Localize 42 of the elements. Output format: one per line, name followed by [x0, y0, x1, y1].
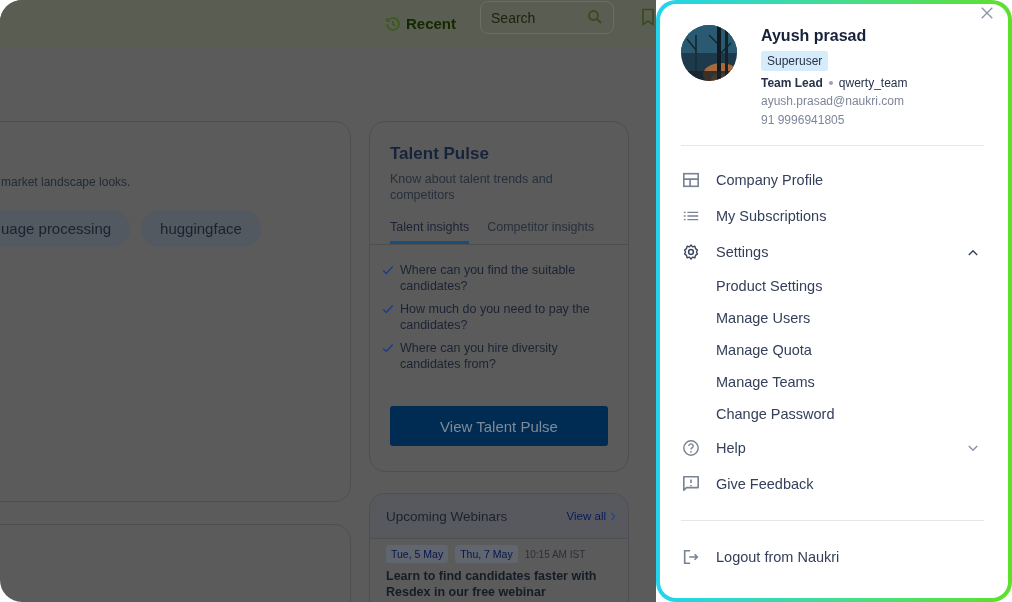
team-text: qwerty_team	[838, 76, 908, 90]
phone-text: 91 9996941805	[761, 113, 845, 127]
checklist-text: How much do you need to pay the candidates?	[400, 301, 591, 333]
chevron-right-icon	[610, 511, 616, 521]
close-icon[interactable]	[980, 6, 994, 20]
logout-item[interactable]: Logout from Naukri	[681, 539, 984, 575]
menu-item[interactable]: My Subscriptions	[681, 198, 984, 234]
separator-dot	[828, 81, 833, 85]
check-icon	[382, 303, 394, 315]
check-icon	[382, 264, 394, 276]
menu-item[interactable]: Give Feedback	[681, 466, 984, 502]
help-icon	[682, 439, 700, 457]
search-field[interactable]: Search	[480, 1, 615, 34]
role-text: Team Lead	[761, 76, 823, 90]
submenu-item[interactable]: Product Settings	[681, 270, 984, 302]
history-icon	[384, 14, 402, 33]
check-icon	[382, 342, 394, 354]
layout-icon	[682, 171, 700, 189]
submenu-item[interactable]: Manage Quota	[681, 334, 984, 366]
logout-icon	[682, 548, 700, 566]
webinar-title: Learn to find candidates faster with Resdex in our free webinar	[386, 568, 598, 600]
chevron-down-icon	[968, 444, 978, 452]
submenu-item[interactable]: Manage Users	[681, 302, 984, 334]
role-badge: Superuser	[761, 51, 829, 71]
intro-text: market landscape looks.	[1, 175, 132, 189]
date-tag: Tue, 5 May	[386, 545, 449, 563]
menu-item[interactable]: Company Profile	[681, 162, 984, 198]
email-text: ayush.prasad@naukri.com	[761, 94, 904, 108]
submenu-item[interactable]: Manage Teams	[681, 366, 984, 398]
feedback-icon	[682, 475, 700, 493]
card-title: Talent Pulse	[390, 144, 490, 164]
checklist-text: Where can you hire diversity candidates from?	[400, 340, 559, 372]
menu-item[interactable]: Settings	[681, 234, 984, 270]
checklist-text: Where can you find the suitable candidates?	[400, 262, 577, 294]
submenu-item[interactable]: Change Password	[681, 398, 984, 430]
settings-icon	[682, 243, 700, 261]
card-title: Upcoming Webinars	[386, 508, 508, 524]
date-tag: Thu, 7 May	[455, 545, 518, 563]
menu-item[interactable]: Help	[681, 430, 984, 466]
user-name: Ayush prasad	[761, 27, 867, 45]
view-talent-pulse-button[interactable]: View Talent Pulse	[390, 406, 608, 446]
chevron-up-icon	[968, 248, 978, 256]
